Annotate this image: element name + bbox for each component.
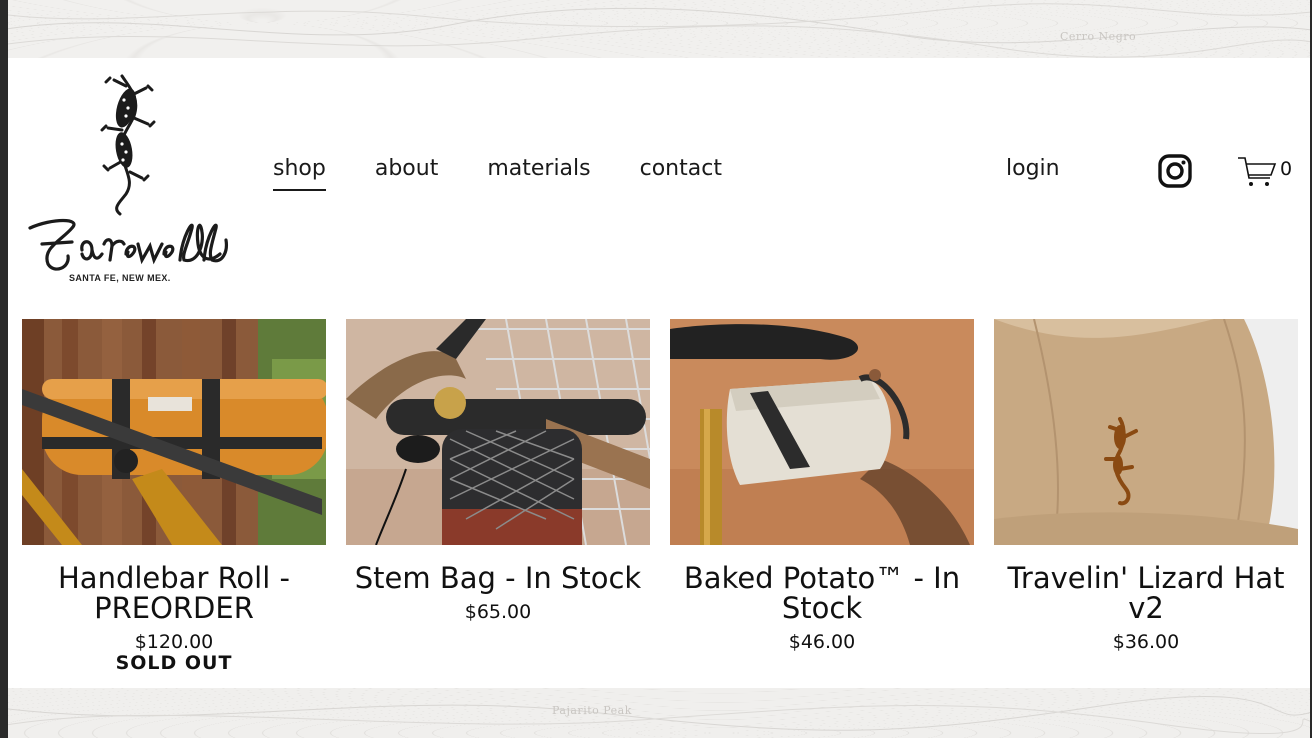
product-title[interactable]: Travelin' Lizard Hat v2 <box>994 563 1298 623</box>
nav-item-shop[interactable]: shop <box>273 156 326 191</box>
topographic-header-band: Cerro Negro <box>0 0 1312 58</box>
product-title[interactable]: Stem Bag - In Stock <box>346 563 650 593</box>
product-card[interactable]: Stem Bag - In Stock $65.00 <box>346 319 650 623</box>
nav-item-materials[interactable]: materials <box>487 156 590 181</box>
topo-lines-top <box>0 3 1312 58</box>
product-price: $120.00 <box>134 631 214 653</box>
brand-tagline: SANTA FE, NEW MEX. <box>69 273 171 283</box>
product-image-baked-potato[interactable] <box>670 319 974 545</box>
product-title[interactable]: Handlebar Roll - PREORDER <box>22 563 326 623</box>
product-card[interactable]: Handlebar Roll - PREORDER $120.00 SOLD O… <box>22 319 326 673</box>
main-nav: shop about materials contact <box>273 156 771 191</box>
product-card[interactable]: Travelin' Lizard Hat v2 $36.00 <box>994 319 1298 653</box>
map-label: Cerro Negro <box>1060 30 1137 43</box>
product-image-stem-bag[interactable] <box>346 319 650 545</box>
brand-logo[interactable]: SANTA FE, NEW MEX. <box>22 68 234 283</box>
product-image-handlebar-roll[interactable] <box>22 319 326 545</box>
cart-count: 0 <box>1280 158 1293 180</box>
instagram-icon[interactable] <box>1158 154 1192 188</box>
sold-out-badge: SOLD OUT <box>115 652 233 674</box>
product-title[interactable]: Baked Potato™ - In Stock <box>670 563 974 623</box>
cart-button[interactable]: 0 <box>1236 154 1292 190</box>
topographic-footer-band: Pajarito Peak <box>0 688 1312 738</box>
product-price: $36.00 <box>1112 631 1180 653</box>
login-link[interactable]: login <box>1006 156 1060 181</box>
nav-item-about[interactable]: about <box>375 156 438 181</box>
window-edge <box>0 0 8 738</box>
product-price: $65.00 <box>464 601 532 623</box>
product-image-lizard-hat[interactable] <box>994 319 1298 545</box>
product-price: $46.00 <box>788 631 856 653</box>
nav-item-contact[interactable]: contact <box>640 156 722 181</box>
topo-lines-bottom <box>0 696 1312 735</box>
product-grid: Handlebar Roll - PREORDER $120.00 SOLD O… <box>22 319 1298 679</box>
cart-icon <box>1238 157 1277 186</box>
page-content: SANTA FE, NEW MEX. shop about materials … <box>8 58 1310 688</box>
product-card[interactable]: Baked Potato™ - In Stock $46.00 <box>670 319 974 653</box>
lizard-logo-icon <box>28 74 228 271</box>
map-label: Pajarito Peak <box>552 704 632 717</box>
